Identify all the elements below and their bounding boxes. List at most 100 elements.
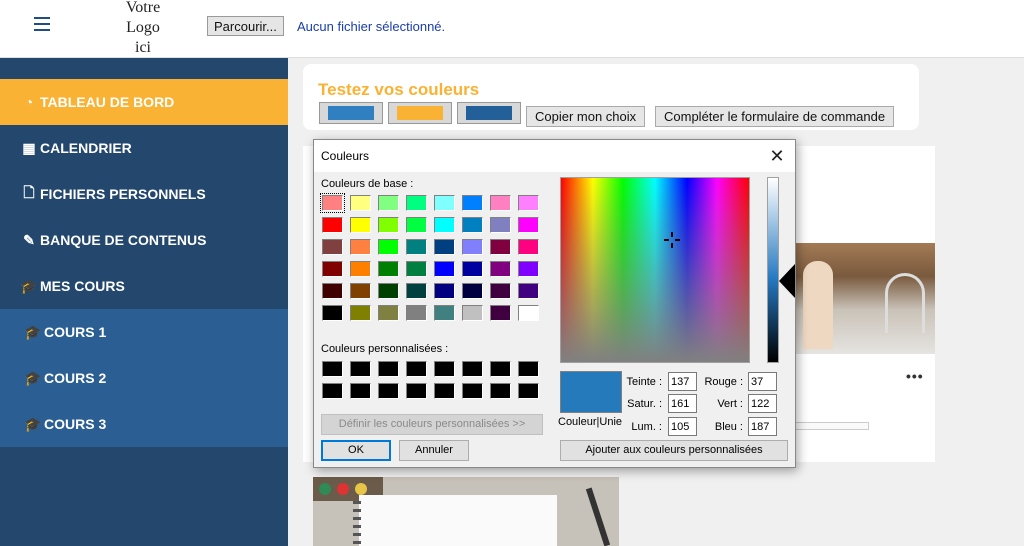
basic-color-swatch[interactable]: [406, 283, 427, 299]
more-options-icon[interactable]: •••: [906, 368, 924, 384]
basic-color-swatch[interactable]: [322, 217, 343, 233]
basic-color-swatch[interactable]: [518, 195, 539, 211]
green-field[interactable]: [748, 394, 777, 413]
red-field[interactable]: [748, 372, 777, 391]
sidebar-item-cours-1[interactable]: 🎓 COURS 1: [0, 309, 288, 355]
logo-line-3: ici: [135, 39, 151, 56]
custom-color-swatch[interactable]: [378, 361, 399, 377]
color-swatch-2[interactable]: [388, 102, 452, 124]
custom-color-swatch[interactable]: [434, 361, 455, 377]
basic-color-swatch[interactable]: [350, 305, 371, 321]
basic-color-swatch[interactable]: [518, 261, 539, 277]
luminosity-arrow-icon[interactable]: [779, 264, 795, 298]
sidebar-item-tableau-de-bord[interactable]: ◔ TABLEAU DE BORD: [0, 79, 288, 125]
custom-color-swatch[interactable]: [406, 383, 427, 399]
basic-color-swatch[interactable]: [406, 305, 427, 321]
basic-color-swatch[interactable]: [350, 195, 371, 211]
sidebar-item-cours-3[interactable]: 🎓 COURS 3: [0, 401, 288, 447]
custom-color-swatch[interactable]: [462, 383, 483, 399]
custom-color-swatch[interactable]: [378, 383, 399, 399]
basic-color-swatch[interactable]: [490, 283, 511, 299]
basic-color-swatch[interactable]: [490, 239, 511, 255]
blue-field[interactable]: [748, 417, 777, 436]
basic-color-swatch[interactable]: [518, 283, 539, 299]
basic-color-swatch[interactable]: [434, 195, 455, 211]
custom-color-swatch[interactable]: [406, 361, 427, 377]
basic-color-swatch[interactable]: [322, 305, 343, 321]
basic-color-swatch[interactable]: [518, 217, 539, 233]
browse-file-button[interactable]: Parcourir...: [207, 16, 284, 36]
basic-color-swatch[interactable]: [406, 239, 427, 255]
sidebar-item-fichiers-personnels[interactable]: 🗋 FICHIERS PERSONNELS: [0, 171, 288, 217]
basic-color-swatch[interactable]: [320, 193, 345, 213]
basic-color-swatch[interactable]: [490, 261, 511, 277]
basic-color-swatch[interactable]: [462, 261, 483, 277]
basic-color-swatch[interactable]: [490, 195, 511, 211]
basic-color-swatch[interactable]: [490, 217, 511, 233]
copy-choice-button[interactable]: Copier mon choix: [526, 106, 646, 127]
basic-color-swatch[interactable]: [462, 305, 483, 321]
custom-color-swatch[interactable]: [518, 361, 539, 377]
basic-color-swatch[interactable]: [322, 239, 343, 255]
dialog-titlebar: Couleurs ✕: [314, 140, 795, 172]
basic-color-swatch[interactable]: [434, 261, 455, 277]
basic-color-swatch[interactable]: [462, 283, 483, 299]
basic-color-swatch[interactable]: [434, 217, 455, 233]
basic-color-swatch[interactable]: [322, 261, 343, 277]
luminosity-label: Lum. :: [631, 421, 662, 433]
custom-color-swatch[interactable]: [350, 383, 371, 399]
basic-color-swatch[interactable]: [378, 261, 399, 277]
custom-color-swatch[interactable]: [350, 361, 371, 377]
basic-color-swatch[interactable]: [378, 195, 399, 211]
custom-color-swatch[interactable]: [518, 383, 539, 399]
basic-color-swatch[interactable]: [462, 195, 483, 211]
swatch-fill: [466, 106, 512, 120]
color-swatch-3[interactable]: [457, 102, 521, 124]
luminosity-slider[interactable]: [767, 177, 779, 363]
sidebar-item-cours-2[interactable]: 🎓 COURS 2: [0, 355, 288, 401]
basic-color-swatch[interactable]: [350, 217, 371, 233]
custom-color-swatch[interactable]: [322, 383, 343, 399]
basic-color-swatch[interactable]: [434, 305, 455, 321]
basic-color-swatch[interactable]: [462, 239, 483, 255]
red-label: Rouge :: [704, 376, 743, 388]
sidebar-item-calendrier[interactable]: ▦ CALENDRIER: [0, 125, 288, 171]
basic-color-swatch[interactable]: [378, 239, 399, 255]
cancel-button[interactable]: Annuler: [399, 440, 469, 461]
hamburger-menu-icon[interactable]: [34, 17, 50, 33]
basic-color-swatch[interactable]: [350, 261, 371, 277]
custom-color-swatch[interactable]: [490, 361, 511, 377]
sidebar-item-label: FICHIERS PERSONNELS: [40, 186, 206, 202]
basic-color-swatch[interactable]: [518, 239, 539, 255]
basic-color-swatch[interactable]: [490, 305, 511, 321]
custom-color-swatch[interactable]: [490, 383, 511, 399]
basic-color-swatch[interactable]: [462, 217, 483, 233]
custom-color-swatch[interactable]: [462, 361, 483, 377]
person-shape: [803, 261, 833, 349]
basic-color-swatch[interactable]: [378, 217, 399, 233]
basic-color-swatch[interactable]: [406, 261, 427, 277]
color-spectrum[interactable]: [560, 177, 750, 363]
sidebar-item-mes-cours[interactable]: 🎓 MES COURS: [0, 263, 288, 309]
ok-button[interactable]: OK: [321, 440, 391, 461]
basic-color-swatch[interactable]: [378, 283, 399, 299]
basic-color-swatch[interactable]: [434, 239, 455, 255]
basic-color-swatch[interactable]: [378, 305, 399, 321]
close-icon[interactable]: ✕: [767, 146, 787, 166]
basic-color-swatch[interactable]: [434, 283, 455, 299]
green-label: Vert :: [717, 398, 743, 410]
basic-color-swatch[interactable]: [350, 239, 371, 255]
basic-color-swatch[interactable]: [406, 195, 427, 211]
color-swatch-1[interactable]: [319, 102, 383, 124]
add-custom-color-button[interactable]: Ajouter aux couleurs personnalisées: [560, 440, 788, 461]
custom-color-swatch[interactable]: [322, 361, 343, 377]
sidebar-item-label: MES COURS: [40, 278, 125, 294]
complete-order-form-button[interactable]: Compléter le formulaire de commande: [655, 106, 895, 127]
custom-color-swatch[interactable]: [434, 383, 455, 399]
basic-color-swatch[interactable]: [406, 217, 427, 233]
dashboard-icon: ◔: [24, 94, 34, 110]
basic-color-swatch[interactable]: [350, 283, 371, 299]
basic-color-swatch[interactable]: [322, 283, 343, 299]
basic-color-swatch[interactable]: [518, 305, 539, 321]
sidebar-item-banque-de-contenus[interactable]: ✎ BANQUE DE CONTENUS: [0, 217, 288, 263]
